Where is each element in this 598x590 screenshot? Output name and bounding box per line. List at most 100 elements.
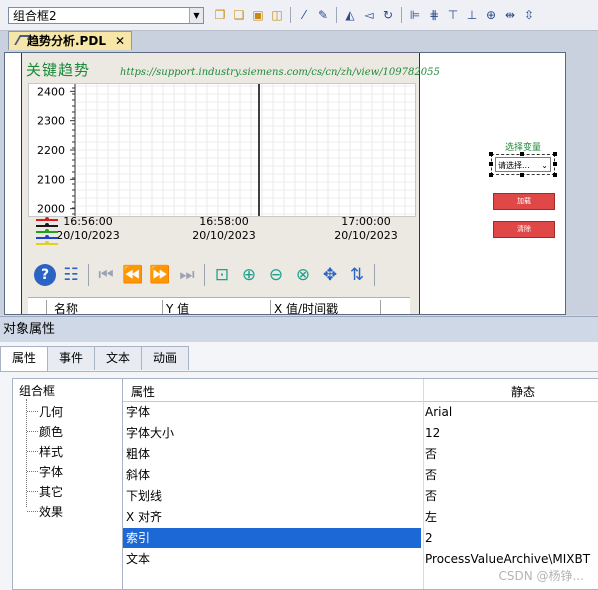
resize-handle[interactable]	[553, 173, 557, 177]
tree-item[interactable]: 颜色	[39, 423, 63, 440]
property-name: 字体大小	[126, 426, 175, 440]
tree-item[interactable]: 几何	[39, 403, 63, 420]
magic-wand-icon[interactable]: ⁄	[296, 7, 312, 23]
property-name: 字体	[126, 405, 151, 419]
resize-handle[interactable]	[489, 173, 493, 177]
align-bottom-icon[interactable]: ⊕	[483, 7, 499, 23]
column-header-x-value[interactable]: X 值/时间戳	[274, 300, 338, 314]
resize-handle[interactable]	[553, 152, 557, 156]
resize-handle[interactable]	[489, 152, 493, 156]
tree-item[interactable]: 效果	[39, 503, 63, 520]
align-left-icon[interactable]: ⊫	[407, 7, 423, 23]
legend-marker	[45, 241, 49, 245]
chevron-down-icon[interactable]: ⌄	[541, 158, 548, 173]
property-row[interactable]: 字体大小 12	[123, 423, 598, 444]
object-selector-combo[interactable]: 组合框2 ▼	[8, 7, 204, 24]
flip-horizontal-icon[interactable]: ◭	[342, 7, 358, 23]
load-button[interactable]: 加载	[493, 193, 555, 210]
resize-handle[interactable]	[553, 162, 557, 166]
tree-line	[27, 451, 38, 452]
align-center-icon[interactable]: ⋕	[426, 7, 442, 23]
property-row[interactable]: 斜体 否	[123, 465, 598, 486]
legend-marker	[45, 229, 49, 233]
header-static[interactable]: 静态	[511, 383, 535, 400]
previous-record-icon[interactable]: ⏪	[121, 263, 145, 287]
distribute-v-icon[interactable]: ⇳	[521, 7, 537, 23]
property-value[interactable]: 否	[425, 486, 437, 506]
zoom-area-icon[interactable]: ⊡	[210, 263, 234, 287]
x-tick-date: 20/10/2023	[192, 229, 256, 242]
tab-properties[interactable]: 属性	[0, 346, 49, 372]
send-back-icon[interactable]: ◫	[269, 7, 285, 23]
group-icon[interactable]: ❐	[212, 7, 228, 23]
dropper-icon[interactable]: ✎	[315, 7, 331, 23]
move-icon[interactable]: ✥	[318, 263, 342, 287]
property-grid-header: 属性 静态	[123, 379, 598, 402]
property-value[interactable]: 左	[425, 507, 437, 527]
last-record-icon[interactable]: ⏭	[175, 263, 199, 287]
tab-divider	[0, 371, 598, 372]
resize-handle[interactable]	[520, 173, 524, 177]
tab-events[interactable]: 事件	[47, 346, 96, 370]
trend-url: https://support.industry.siemens.com/cs/…	[120, 67, 440, 78]
close-icon[interactable]: ✕	[115, 32, 125, 50]
column-separator	[270, 300, 271, 314]
zoom-out-icon[interactable]: ⊖	[264, 263, 288, 287]
zoom-in-icon[interactable]: ⊕	[237, 263, 261, 287]
clear-button[interactable]: 清除	[493, 221, 555, 238]
trend-legend	[36, 217, 58, 251]
property-value[interactable]: 否	[425, 444, 437, 464]
next-record-icon[interactable]: ⏩	[148, 263, 172, 287]
property-name: 文本	[126, 552, 151, 566]
tree-item[interactable]: 样式	[39, 443, 63, 460]
property-value[interactable]: 2	[425, 528, 433, 548]
property-name: 粗体	[126, 447, 151, 461]
property-value[interactable]: 否	[425, 465, 437, 485]
trend-toolbar-separator	[374, 264, 375, 286]
property-row[interactable]: 粗体 否	[123, 444, 598, 465]
column-separator	[46, 300, 47, 314]
column-header-name[interactable]: 名称	[54, 300, 78, 314]
y-tick-label: 2000	[37, 203, 65, 216]
tree-root[interactable]: 组合框	[19, 382, 55, 399]
ruler-icon[interactable]: ⇅	[345, 263, 369, 287]
tab-text[interactable]: 文本	[94, 346, 143, 370]
config-dialog-icon[interactable]: ☷	[59, 263, 83, 287]
trend-plot-area[interactable]: 2400 2300 2200 2100 2000	[28, 83, 416, 217]
property-row[interactable]: X 对齐 左	[123, 507, 598, 528]
property-value[interactable]: 12	[425, 423, 440, 443]
property-value[interactable]: Arial	[425, 402, 452, 422]
property-row[interactable]: 下划线 否	[123, 486, 598, 507]
x-tick-date: 20/10/2023	[56, 229, 120, 242]
variable-combobox[interactable]: 请选择... ⌄	[495, 157, 551, 172]
property-row[interactable]: 索引 2	[123, 528, 598, 549]
column-header-y-value[interactable]: Y 值	[166, 300, 189, 314]
legend-line	[36, 223, 58, 227]
first-record-icon[interactable]: ⏮	[94, 263, 118, 287]
trend-control[interactable]: 关键趋势 https://support.industry.siemens.co…	[21, 53, 440, 314]
variable-combobox-selection[interactable]: 请选择... ⌄	[489, 152, 557, 177]
picture-canvas[interactable]: 关键趋势 https://support.industry.siemens.co…	[4, 52, 566, 315]
rotate-icon[interactable]: ↻	[380, 7, 396, 23]
property-name: X 对齐	[126, 510, 163, 524]
property-value[interactable]: ProcessValueArchive\MIXBT	[425, 549, 590, 569]
property-row[interactable]: 字体 Arial	[123, 402, 598, 423]
ungroup-icon[interactable]: ❏	[231, 7, 247, 23]
document-tab[interactable]: 趋势分析.PDL ✕	[8, 31, 132, 50]
help-icon[interactable]: ?	[34, 264, 56, 286]
resize-handle[interactable]	[520, 152, 524, 156]
tree-item[interactable]: 其它	[39, 483, 63, 500]
chevron-down-icon[interactable]: ▼	[189, 8, 203, 23]
flip-vertical-icon[interactable]: ◅	[361, 7, 377, 23]
tab-animation[interactable]: 动画	[141, 346, 190, 370]
y-tick-label: 2200	[37, 144, 65, 157]
resize-handle[interactable]	[489, 162, 493, 166]
editor-right-gutter	[566, 52, 598, 315]
align-top-icon[interactable]: ⊥	[464, 7, 480, 23]
bring-front-icon[interactable]: ▣	[250, 7, 266, 23]
header-property[interactable]: 属性	[131, 383, 155, 400]
align-right-icon[interactable]: ⊤	[445, 7, 461, 23]
distribute-h-icon[interactable]: ⇹	[502, 7, 518, 23]
zoom-time-axis-icon[interactable]: ⊗	[291, 263, 315, 287]
tree-item[interactable]: 字体	[39, 463, 63, 480]
